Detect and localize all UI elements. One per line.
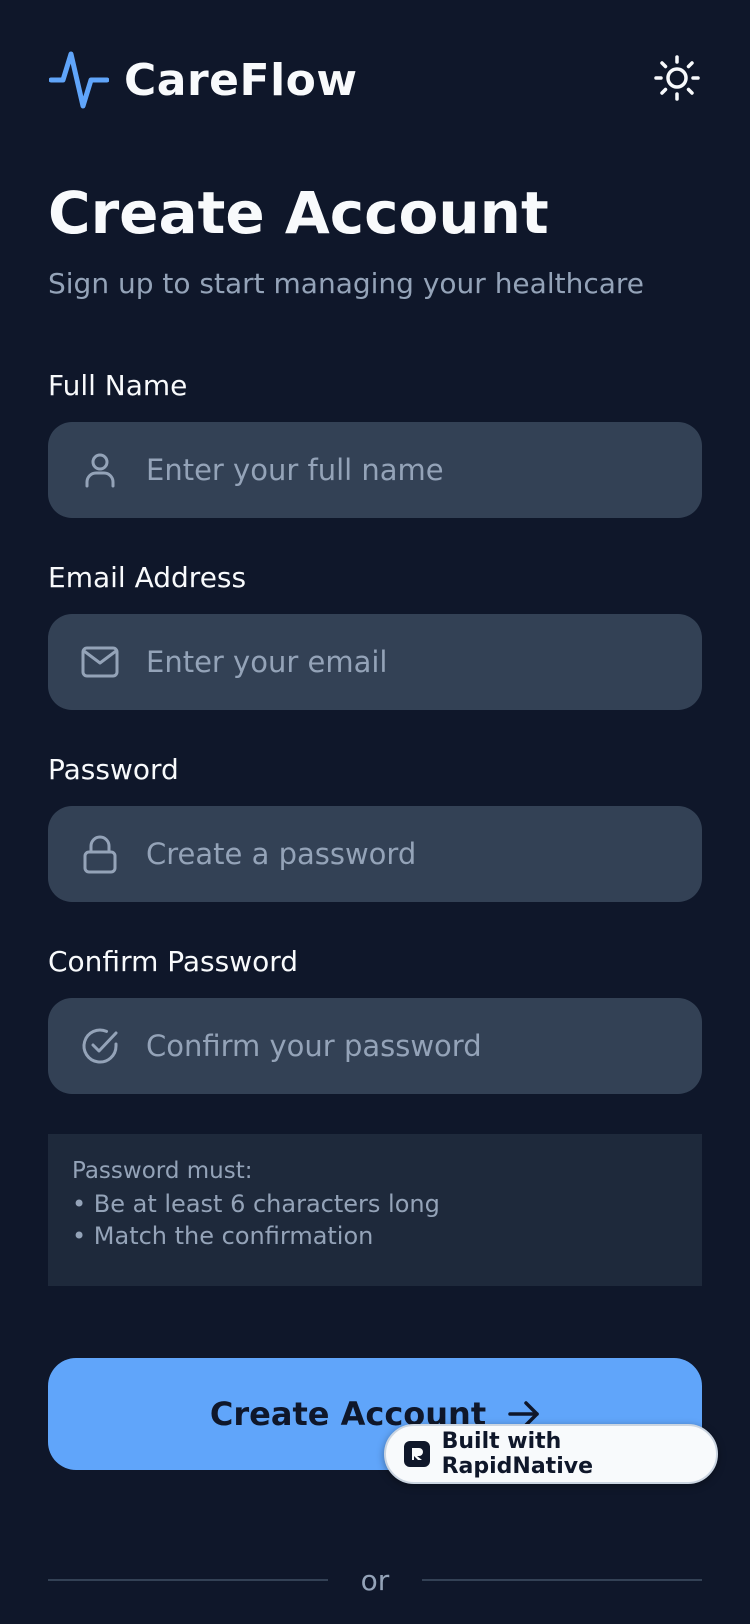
built-with-badge[interactable]: Built with RapidNative [384,1424,718,1484]
full-name-input[interactable] [146,422,676,518]
email-field[interactable] [48,614,702,710]
app-header: CareFlow [48,48,702,112]
password-label: Password [48,753,179,786]
password-field[interactable] [48,806,702,902]
badge-label: Built with RapidNative [441,1429,593,1479]
user-icon [80,450,120,490]
page-title: Create Account [48,179,549,247]
password-requirements: Password must: • Be at least 6 character… [48,1134,702,1286]
divider-line [48,1579,328,1581]
pulse-icon [48,49,110,111]
email-input[interactable] [146,614,676,710]
mail-icon [80,642,120,682]
confirm-password-field[interactable] [48,998,702,1094]
divider-line [422,1579,702,1581]
brand: CareFlow [48,49,358,111]
lock-icon [80,834,120,874]
or-divider: or [48,1560,702,1600]
confirm-password-input[interactable] [146,998,676,1094]
full-name-field[interactable] [48,422,702,518]
password-input[interactable] [146,806,676,902]
rapidnative-logo-icon [404,1441,430,1467]
confirm-password-label: Confirm Password [48,945,299,978]
page-subtitle: Sign up to start managing your healthcar… [48,267,644,300]
sun-icon [654,55,700,105]
requirement-item: • Be at least 6 characters long [72,1190,440,1218]
email-label: Email Address [48,561,247,594]
check-circle-icon [80,1026,120,1066]
divider-or-label: or [360,1563,390,1597]
requirement-item: • Match the confirmation [72,1222,374,1250]
theme-toggle-button[interactable] [652,55,702,105]
full-name-label: Full Name [48,369,188,402]
requirements-title: Password must: [72,1158,253,1184]
app-name: CareFlow [124,54,358,106]
